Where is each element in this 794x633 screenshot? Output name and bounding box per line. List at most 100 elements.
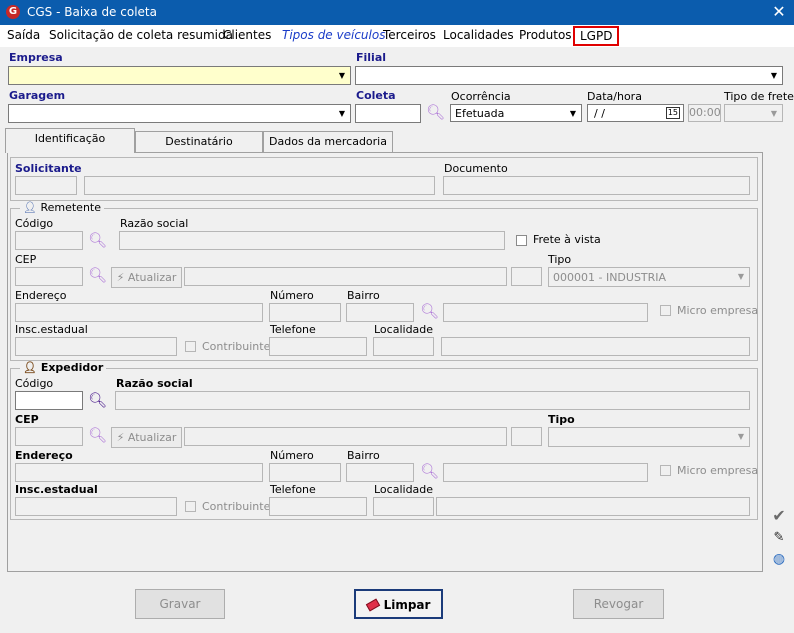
- rem-atualizar-button[interactable]: ⚡︎ Atualizar: [111, 267, 182, 288]
- tab-identificacao[interactable]: Identificação: [5, 128, 135, 153]
- rem-codigo-field[interactable]: [15, 231, 83, 250]
- date-value: / /: [594, 107, 605, 120]
- exp-cep-field[interactable]: [15, 427, 83, 446]
- globe-settings-icon[interactable]: ◍: [770, 551, 788, 567]
- menu-localidades[interactable]: Localidades: [443, 28, 514, 42]
- calendar-icon[interactable]: 15: [665, 107, 680, 119]
- empresa-select[interactable]: ▼: [8, 66, 351, 85]
- filial-label: Filial: [356, 51, 387, 64]
- chevron-down-icon: ▼: [569, 109, 577, 118]
- rem-telefone-field[interactable]: [269, 337, 367, 356]
- exp-atualizar-label: Atualizar: [127, 431, 177, 444]
- exp-telefone-field[interactable]: [269, 497, 367, 516]
- rem-bairro-code-field[interactable]: [346, 303, 414, 322]
- tab-dados-mercadoria[interactable]: Dados da mercadoria: [263, 131, 393, 153]
- search-icon[interactable]: 🔍︎: [88, 391, 107, 409]
- empresa-label: Empresa: [9, 51, 63, 64]
- menu-terceiros[interactable]: Terceiros: [383, 28, 436, 42]
- rem-bairro-name-field[interactable]: [443, 303, 648, 322]
- tipo-frete-select[interactable]: ▼: [724, 104, 783, 122]
- rem-numero-field[interactable]: [269, 303, 341, 322]
- coleta-input[interactable]: [355, 104, 421, 123]
- revogar-button[interactable]: Revogar: [573, 589, 664, 619]
- rem-cep-field[interactable]: [15, 267, 83, 286]
- menu-tipos-veiculos[interactable]: Tipos de veículos: [282, 28, 385, 42]
- documento-field[interactable]: [443, 176, 750, 195]
- menu-clientes[interactable]: Clientes: [223, 28, 271, 42]
- exp-razao-field[interactable]: [115, 391, 750, 410]
- solicitante-name-field[interactable]: [84, 176, 435, 195]
- rem-insc-field[interactable]: [15, 337, 177, 356]
- rem-numero-label: Número: [270, 289, 314, 302]
- garagem-select[interactable]: ▼: [8, 104, 351, 123]
- menu-solicitacao-coleta-resumida[interactable]: Solicitação de coleta resumida: [49, 28, 233, 42]
- solicitante-code-field[interactable]: [15, 176, 77, 195]
- menu-saida[interactable]: Saída: [7, 28, 40, 42]
- rem-contribuinte-label: Contribuinte: [202, 340, 271, 353]
- title-bar: G CGS - Baixa de coleta ✕: [0, 0, 794, 25]
- filial-select[interactable]: ▼: [355, 66, 783, 85]
- eraser-icon: [365, 598, 380, 612]
- tipo-frete-label: Tipo de frete: [724, 90, 794, 103]
- tab-destinatario[interactable]: Destinatário: [135, 131, 263, 153]
- search-icon[interactable]: 🔍︎: [88, 231, 107, 249]
- rem-uf-field[interactable]: [511, 267, 542, 286]
- exp-contribuinte-checkbox[interactable]: [185, 501, 196, 512]
- exp-endereco-field[interactable]: [15, 463, 263, 482]
- exp-endereco-label: Endereço: [15, 449, 73, 462]
- rem-endereco-field[interactable]: [15, 303, 263, 322]
- menu-produtos[interactable]: Produtos: [519, 28, 572, 42]
- exp-tipo-select[interactable]: ▼: [548, 427, 750, 447]
- check-icon[interactable]: ✔: [770, 506, 788, 525]
- exp-cep-desc-field[interactable]: [184, 427, 507, 446]
- search-icon[interactable]: 🔍︎: [426, 103, 445, 121]
- exp-bairro-label: Bairro: [347, 449, 380, 462]
- rem-contribuinte-checkbox[interactable]: [185, 341, 196, 352]
- exp-atualizar-button[interactable]: ⚡︎ Atualizar: [111, 427, 182, 448]
- rem-razao-field[interactable]: [119, 231, 505, 250]
- user-edit-icon[interactable]: ✎: [770, 530, 788, 545]
- person-icon: 👤︎: [23, 361, 37, 374]
- search-icon[interactable]: 🔍︎: [88, 426, 107, 444]
- gravar-button[interactable]: Gravar: [135, 589, 225, 619]
- exp-insc-field[interactable]: [15, 497, 177, 516]
- exp-localidade-name-field[interactable]: [436, 497, 750, 516]
- exp-uf-field[interactable]: [511, 427, 542, 446]
- chevron-down-icon: ▼: [338, 71, 346, 80]
- exp-telefone-label: Telefone: [270, 483, 316, 496]
- ocorrencia-select[interactable]: Efetuada ▼: [450, 104, 582, 122]
- exp-numero-label: Número: [270, 449, 314, 462]
- exp-codigo-label: Código: [15, 377, 54, 390]
- exp-numero-field[interactable]: [269, 463, 341, 482]
- rem-endereco-label: Endereço: [15, 289, 67, 302]
- search-icon[interactable]: 🔍︎: [88, 266, 107, 284]
- rem-telefone-label: Telefone: [270, 323, 316, 336]
- rem-micro-checkbox[interactable]: [660, 305, 671, 316]
- date-input[interactable]: / / 15: [587, 104, 684, 122]
- search-icon[interactable]: 🔍︎: [420, 462, 439, 480]
- person-icon: 👤︎: [23, 201, 37, 214]
- frete-vista-checkbox[interactable]: [516, 235, 527, 246]
- documento-label: Documento: [444, 162, 508, 175]
- chevron-down-icon: ▼: [737, 272, 745, 281]
- exp-codigo-input[interactable]: [15, 391, 83, 410]
- rem-tipo-select[interactable]: 000001 - INDUSTRIA ▼: [548, 267, 750, 287]
- app-logo-icon: G: [6, 5, 20, 19]
- lightning-icon: ⚡︎: [116, 431, 125, 444]
- remetente-group-title: 👤︎ Remetente: [20, 201, 105, 214]
- exp-bairro-name-field[interactable]: [443, 463, 648, 482]
- close-window-button[interactable]: ✕: [768, 2, 790, 22]
- expedidor-group-title: 👤︎ Expedidor: [20, 361, 107, 374]
- menu-lgpd[interactable]: LGPD: [573, 26, 620, 46]
- rem-localidade-name-field[interactable]: [441, 337, 750, 356]
- limpar-button[interactable]: Limpar: [354, 589, 443, 619]
- exp-localidade-code-field[interactable]: [373, 497, 434, 516]
- exp-micro-checkbox[interactable]: [660, 465, 671, 476]
- expedidor-title: Expedidor: [40, 361, 104, 374]
- time-input[interactable]: 00:00: [688, 104, 721, 122]
- search-icon[interactable]: 🔍︎: [420, 302, 439, 320]
- rem-localidade-code-field[interactable]: [373, 337, 434, 356]
- exp-bairro-code-field[interactable]: [346, 463, 414, 482]
- rem-cep-desc-field[interactable]: [184, 267, 507, 286]
- exp-tipo-label: Tipo: [548, 413, 575, 426]
